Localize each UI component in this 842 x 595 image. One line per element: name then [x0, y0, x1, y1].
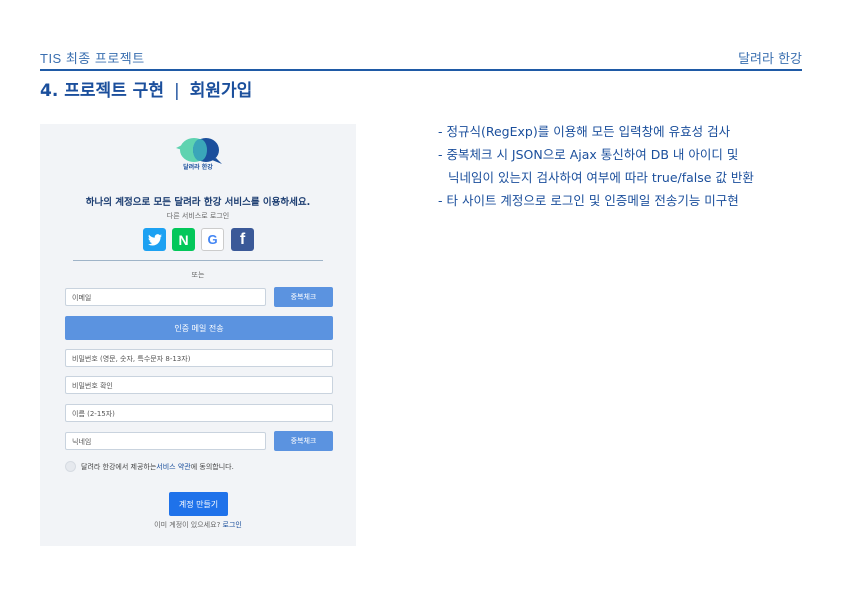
naver-icon[interactable]: N	[172, 228, 195, 251]
note-item: - 중복체크 시 JSON으로 Ajax 통신하여 DB 내 아이디 및	[438, 147, 739, 162]
password-confirm-field[interactable]: 비밀번호 확인	[65, 376, 333, 394]
header-divider	[40, 69, 802, 71]
nickname-field[interactable]: 닉네임	[65, 432, 266, 450]
login-question: 이미 계정이 있으세요?	[154, 521, 223, 529]
note-item: - 정규식(RegExp)를 이용해 모든 입력창에 유효성 검사	[438, 124, 731, 139]
terms-prefix: 달려라 한강에서 제공하는	[81, 462, 157, 471]
signup-screenshot: 달려라 한강 하나의 계정으로 모든 달려라 한강 서비스를 이용하세요. 다른…	[40, 124, 356, 546]
google-icon[interactable]: G	[201, 228, 224, 251]
signup-intro: 하나의 계정으로 모든 달려라 한강 서비스를 이용하세요.	[85, 197, 311, 208]
header-team: 달려라 한강	[738, 52, 802, 67]
section-subtitle: 회원가입	[189, 81, 253, 101]
section-title-main: 4. 프로젝트 구현	[40, 81, 164, 101]
email-dup-check-button[interactable]: 중복체크	[274, 287, 333, 307]
terms-agreement[interactable]: 달려라 한강에서 제공하는 서비스 약관 에 동의합니다.	[65, 461, 234, 472]
section-separator: |	[173, 81, 180, 101]
twitter-icon[interactable]	[143, 228, 166, 251]
social-login-label: 다른 서비스로 로그인	[166, 212, 230, 220]
nickname-dup-check-button[interactable]: 중복체크	[274, 431, 333, 451]
login-link[interactable]: 로그인	[223, 521, 242, 529]
terms-link[interactable]: 서비스 약관	[156, 462, 190, 472]
name-field[interactable]: 이름 (2-15자)	[65, 404, 333, 422]
note-item: 닉네임이 있는지 검사하여 여부에 따라 true/false 값 반환	[448, 170, 754, 185]
login-prompt: 이미 계정이 있으세요? 로그인	[40, 520, 356, 530]
divider	[73, 260, 323, 261]
section-title: 4. 프로젝트 구현 | 회원가입	[40, 76, 252, 101]
terms-checkbox[interactable]	[65, 461, 76, 472]
password-field[interactable]: 비밀번호 (영문, 숫자, 특수문자 8-13자)	[65, 349, 333, 367]
logo-text: 달려라 한강	[183, 164, 213, 171]
or-label: 또는	[191, 271, 205, 279]
terms-suffix: 에 동의합니다.	[190, 462, 234, 471]
facebook-icon[interactable]: f	[231, 228, 254, 251]
send-verification-button[interactable]: 인증 메일 전송	[65, 316, 333, 340]
implementation-notes: - 정규식(RegExp)를 이용해 모든 입력창에 유효성 검사 - 중복체크…	[438, 120, 798, 212]
header-project: TIS 최종 프로젝트	[40, 51, 145, 66]
note-item: - 타 사이트 계정으로 로그인 및 인증메일 전송기능 미구현	[438, 193, 739, 208]
email-field[interactable]: 이메일	[65, 288, 266, 306]
create-account-button[interactable]: 계정 만들기	[169, 492, 228, 516]
